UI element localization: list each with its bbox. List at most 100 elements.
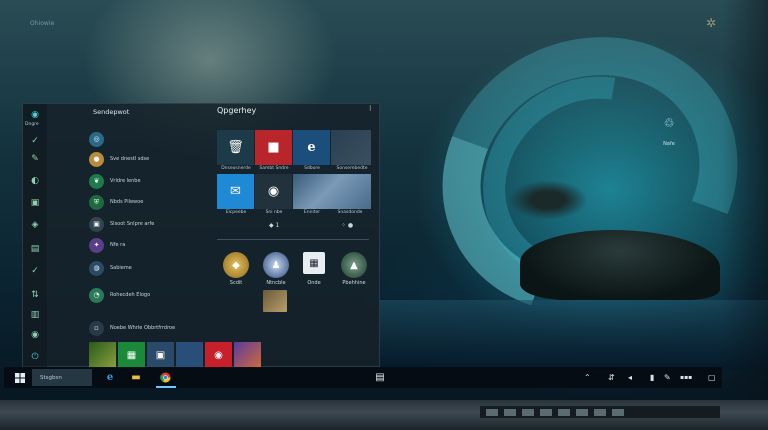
tile-small-image[interactable] xyxy=(263,290,287,312)
taskbar-search-input[interactable]: Stsgbsn xyxy=(32,369,92,386)
tile-bottom-2[interactable]: ▦ xyxy=(118,342,145,368)
tile-bottom-1[interactable] xyxy=(89,342,116,368)
document-icon: ▦ xyxy=(309,257,319,269)
folder-icon[interactable]: ▥ xyxy=(26,308,44,322)
desktop-shortcut-label: Nafe xyxy=(663,141,675,147)
monitor-button[interactable] xyxy=(612,408,624,416)
eye-icon[interactable]: ◉ xyxy=(26,328,44,342)
star-icon: ✦ xyxy=(89,237,104,253)
spreadsheet-icon: ▦ xyxy=(126,349,137,361)
gear-icon[interactable]: ✲ xyxy=(706,16,716,30)
pictures-icon[interactable]: ▤ xyxy=(26,242,44,256)
window-icon: ▣ xyxy=(155,349,166,361)
tray-volume-icon[interactable]: ◂ xyxy=(628,367,632,388)
list-item[interactable]: ❦ Vrldre lenbe xyxy=(89,173,217,189)
tile-bottom-4[interactable] xyxy=(176,342,203,368)
check-icon[interactable]: ✓ xyxy=(26,134,44,148)
circle-icon: ● xyxy=(89,151,104,167)
list-item[interactable]: ● Sve dnestl sdse xyxy=(89,151,217,167)
list-item[interactable]: ✦ Nfe ra xyxy=(89,237,217,253)
list-item[interactable]: ◎ xyxy=(89,131,217,147)
tile-circle-3[interactable]: ▦ xyxy=(303,252,325,274)
file-explorer-icon[interactable]: ▬ xyxy=(126,367,146,388)
desktop-shortcut[interactable]: ♲ Nafe xyxy=(654,116,684,149)
store-icon[interactable]: ▤ xyxy=(370,367,390,388)
tile-mail[interactable]: ✉ xyxy=(217,174,254,209)
trash-icon: 🗑 xyxy=(227,140,244,155)
taskbar: Stsgbsn e ▬ ▤ ⌃ ⇵ ◂ ▮ ✎ ▪▪▪ ▢ xyxy=(4,367,722,388)
browser-icon: e xyxy=(307,140,316,155)
monitor-button[interactable] xyxy=(504,408,516,416)
more-options-icon[interactable]: ⁝ xyxy=(369,104,372,113)
tray-network-icon[interactable]: ⇵ xyxy=(608,367,615,388)
tile-mini-right[interactable]: ⁘ ● xyxy=(341,222,353,229)
bottom-tile-row: ▦ ▣ ◉ xyxy=(89,342,269,368)
edge-browser-icon[interactable]: e xyxy=(100,367,120,388)
globe-icon: ◍ xyxy=(89,260,104,276)
monitor-button[interactable] xyxy=(576,408,588,416)
list-item[interactable]: ▣ Slsoot Snlpre arfe xyxy=(89,216,217,232)
monitor-bezel-edge xyxy=(722,0,768,400)
app-label: Nfe ra xyxy=(110,242,126,248)
leaf-icon: ❦ xyxy=(89,173,104,189)
wallpaper-sea xyxy=(380,300,768,370)
monitor-button[interactable] xyxy=(486,408,498,416)
list-item[interactable]: ◔ Rohecdeh Elogo xyxy=(89,287,217,303)
tile-blank[interactable] xyxy=(331,130,371,165)
tile-circle-2[interactable]: ♟ xyxy=(263,252,289,278)
documents-icon[interactable]: ▣ xyxy=(26,196,44,210)
app-label: Nbds Pilewoe xyxy=(110,199,144,205)
tile-panel-title: Qpgerhey xyxy=(217,106,257,115)
mail-icon: ✉ xyxy=(230,184,241,199)
shield-icon: ⛨ xyxy=(89,194,104,210)
pin-icon[interactable]: ✎ xyxy=(26,152,44,166)
monitor-button[interactable] xyxy=(540,408,552,416)
tile-trash[interactable]: 🗑 xyxy=(217,130,254,165)
chrome-icon[interactable] xyxy=(154,367,176,388)
windows-start-button[interactable] xyxy=(10,367,30,388)
active-app-indicator xyxy=(156,386,176,388)
tile-camera[interactable]: ◉ xyxy=(255,174,292,209)
app-label: Noebe Whrle Obbrtfrrdroe xyxy=(110,325,176,331)
speaker-icon[interactable]: ◈ xyxy=(26,218,44,232)
person-icon: ♟ xyxy=(271,259,281,271)
list-item[interactable]: ▫ Noebe Whrle Obbrtfrrdroe xyxy=(89,320,217,336)
tile-circle-4[interactable]: ▲ xyxy=(341,252,367,278)
app-label: Sabieme xyxy=(110,265,132,271)
tray-chevron-icon[interactable]: ⌃ xyxy=(584,367,591,388)
user-avatar-icon[interactable]: ◉ xyxy=(26,108,44,122)
tile-photos[interactable] xyxy=(293,174,371,209)
notification-icon[interactable]: ▢ xyxy=(708,367,716,388)
list-item[interactable]: ⛨ Nbds Pilewoe xyxy=(89,194,217,210)
moon-icon[interactable]: ◐ xyxy=(26,174,44,188)
monitor-button[interactable] xyxy=(594,408,606,416)
list-item[interactable]: ◍ Sabieme xyxy=(89,260,217,276)
power-icon[interactable]: ⏻ xyxy=(26,350,44,364)
tile-panel: Qpgerhey ⁝ 🗑 ■ e Dnseosnerde Sambt Sndre… xyxy=(215,104,381,368)
box-icon: ▣ xyxy=(89,216,104,232)
monitor-button[interactable] xyxy=(558,408,570,416)
tile-bottom-3[interactable]: ▣ xyxy=(147,342,174,368)
desktop-corner-label: Ohiowie xyxy=(30,20,55,27)
network-icon[interactable]: ⇅ xyxy=(26,288,44,302)
tile-circle-1[interactable]: ◆ xyxy=(223,252,249,278)
tile-edge[interactable]: e xyxy=(293,130,330,165)
chrome-logo-icon xyxy=(159,372,170,383)
tray-clock[interactable]: ▪▪▪ xyxy=(680,367,692,388)
app-list: Sendepwot ◎ ● Sve dnestl sdse ❦ Vrldre l… xyxy=(87,104,217,368)
tile-red-app[interactable]: ■ xyxy=(255,130,292,165)
tray-battery-icon[interactable]: ▮ xyxy=(650,367,654,388)
chat-icon: ◔ xyxy=(89,287,104,303)
monitor-button[interactable] xyxy=(522,408,534,416)
app-label: Sve dnestl sdse xyxy=(110,156,150,162)
app-list-title: Sendepwot xyxy=(93,108,130,116)
windows-logo-icon xyxy=(15,372,25,383)
tile-bottom-6[interactable] xyxy=(234,342,261,368)
tile-bottom-5[interactable]: ◉ xyxy=(205,342,232,368)
tray-pen-icon[interactable]: ✎ xyxy=(664,367,671,388)
book-icon: ■ xyxy=(267,140,280,155)
app-label: Rohecdeh Elogo xyxy=(110,292,151,298)
tile-mini-left[interactable]: ◆ 1 xyxy=(269,222,279,229)
landscape-icon: ▲ xyxy=(350,259,358,271)
settings-icon[interactable]: ✓ xyxy=(26,264,44,278)
